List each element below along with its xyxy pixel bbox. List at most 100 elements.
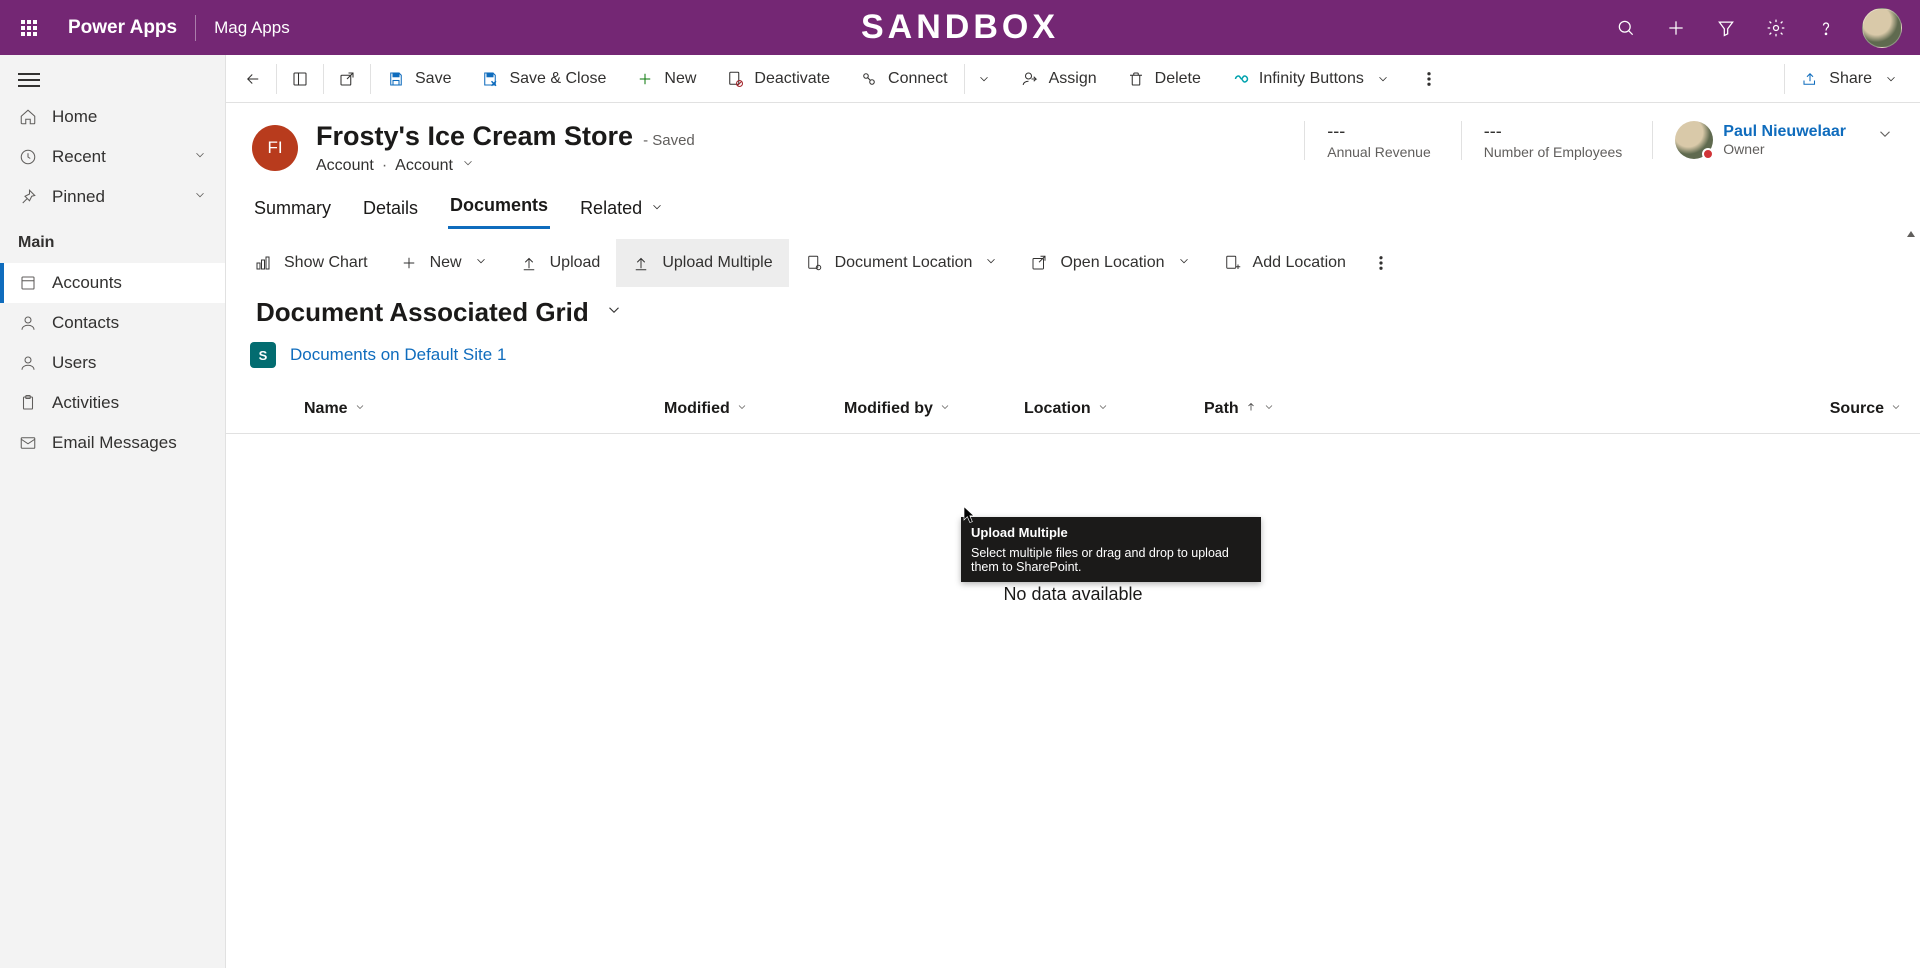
divider [370, 64, 371, 94]
user-avatar[interactable] [1862, 8, 1902, 48]
column-header-path[interactable]: Path [1204, 400, 1424, 418]
column-header-location[interactable]: Location [1024, 400, 1204, 418]
owner-name-link[interactable]: Paul Nieuwelaar [1723, 123, 1846, 141]
tab-label: Summary [254, 198, 331, 219]
header-stat-employees[interactable]: --- Number of Employees [1461, 121, 1623, 160]
site-map: Home Recent Pinned Main Accounts Contact… [0, 55, 226, 968]
tab-related[interactable]: Related [578, 188, 666, 229]
infinity-button[interactable]: Infinity Buttons [1217, 55, 1406, 102]
sitemap-item-users[interactable]: Users [0, 343, 225, 383]
header-owner[interactable]: Paul Nieuwelaar Owner [1652, 121, 1846, 159]
sitemap-item-accounts[interactable]: Accounts [0, 263, 225, 303]
sub-label: New [430, 254, 462, 272]
sharepoint-icon [250, 342, 276, 368]
settings-icon[interactable] [1762, 14, 1790, 42]
filter-icon[interactable] [1712, 14, 1740, 42]
scroll-up-arrow[interactable] [1904, 229, 1918, 259]
open-location-button[interactable]: Open Location [1014, 239, 1206, 287]
tab-summary[interactable]: Summary [252, 188, 333, 229]
record-name: Frosty's Ice Cream Store [316, 121, 633, 152]
chevron-down-icon [1374, 70, 1392, 88]
stat-label: Number of Employees [1484, 144, 1623, 160]
upload-multiple-button[interactable]: Upload Multiple [616, 239, 788, 287]
overflow-button[interactable] [1408, 55, 1450, 102]
tooltip: Upload Multiple Select multiple files or… [961, 517, 1261, 582]
record-form-name[interactable]: Account [395, 157, 453, 175]
contact-icon [18, 313, 38, 333]
owner-avatar [1675, 121, 1713, 159]
save-button[interactable]: Save [373, 55, 465, 102]
form-selector-chevron[interactable] [461, 156, 475, 175]
subgrid-overflow-button[interactable] [1362, 239, 1400, 287]
sub-label: Upload Multiple [662, 254, 772, 272]
chevron-down-icon [984, 254, 998, 273]
subgrid-view-selector[interactable]: Document Associated Grid [226, 287, 1920, 328]
sitemap-item-email[interactable]: Email Messages [0, 423, 225, 463]
col-label: Location [1024, 400, 1091, 418]
stat-value: --- [1327, 121, 1431, 142]
accounts-icon [18, 273, 38, 293]
save-close-button[interactable]: Save & Close [467, 55, 620, 102]
mail-icon [18, 433, 38, 453]
sitemap-item-label: Contacts [52, 313, 119, 333]
new-button[interactable]: New [622, 55, 710, 102]
column-header-modified[interactable]: Modified [664, 400, 844, 418]
cmd-label: Save & Close [509, 70, 606, 88]
back-button[interactable] [232, 55, 274, 102]
search-icon[interactable] [1612, 14, 1640, 42]
sitemap-item-activities[interactable]: Activities [0, 383, 225, 423]
sitemap-item-label: Accounts [52, 273, 122, 293]
clock-icon [18, 147, 38, 167]
sub-label: Add Location [1253, 254, 1346, 272]
share-button[interactable]: Share [1787, 55, 1914, 102]
col-label: Modified [664, 400, 730, 418]
upload-button[interactable]: Upload [504, 239, 617, 287]
plus-icon [400, 254, 418, 272]
column-header-source[interactable]: Source [1782, 400, 1902, 418]
tab-documents[interactable]: Documents [448, 185, 550, 229]
help-icon[interactable] [1812, 14, 1840, 42]
connect-dropdown[interactable] [963, 55, 1005, 102]
deactivate-button[interactable]: Deactivate [712, 55, 844, 102]
app-title-divider [195, 15, 196, 41]
cmd-label: Assign [1049, 70, 1097, 88]
divider [1784, 64, 1785, 94]
sub-label: Document Location [835, 254, 973, 272]
stat-label: Annual Revenue [1327, 144, 1431, 160]
column-header-modified-by[interactable]: Modified by [844, 400, 1024, 418]
sitemap-item-pinned[interactable]: Pinned [0, 177, 225, 217]
sitemap-item-recent[interactable]: Recent [0, 137, 225, 177]
chart-icon [254, 254, 272, 272]
sitemap-item-contacts[interactable]: Contacts [0, 303, 225, 343]
subgrid-new-button[interactable]: New [384, 239, 504, 287]
cmd-label: Save [415, 70, 451, 88]
add-location-button[interactable]: Add Location [1207, 239, 1362, 287]
sharepoint-location-link[interactable]: Documents on Default Site 1 [290, 345, 506, 365]
app-subtitle[interactable]: Mag Apps [214, 18, 290, 38]
show-chart-button[interactable]: Show Chart [238, 239, 384, 287]
header-stat-revenue[interactable]: --- Annual Revenue [1304, 121, 1431, 160]
new-window-button[interactable] [326, 55, 368, 102]
form-tabs: Summary Details Documents Related [226, 175, 1920, 229]
header-expand-button[interactable] [1876, 121, 1894, 143]
sub-label: Upload [550, 254, 601, 272]
subgrid-title: Document Associated Grid [256, 297, 589, 328]
infinity-icon [1231, 70, 1249, 88]
add-icon[interactable] [1662, 14, 1690, 42]
app-title: Power Apps [68, 17, 177, 39]
sitemap-item-home[interactable]: Home [0, 97, 225, 137]
document-location-button[interactable]: Document Location [789, 239, 1015, 287]
app-launcher-icon[interactable] [10, 9, 48, 47]
chevron-down-icon [193, 187, 207, 207]
col-label: Source [1830, 400, 1884, 418]
assign-button[interactable]: Assign [1007, 55, 1111, 102]
open-record-set-button[interactable] [279, 55, 321, 102]
cmd-label: Connect [888, 70, 948, 88]
tab-details[interactable]: Details [361, 188, 420, 229]
connect-button[interactable]: Connect [846, 55, 962, 102]
sharepoint-location-row: Documents on Default Site 1 [226, 328, 1920, 376]
more-vertical-icon [1420, 70, 1438, 88]
delete-button[interactable]: Delete [1113, 55, 1215, 102]
sitemap-collapse-icon[interactable] [18, 73, 40, 87]
column-header-name[interactable]: Name [304, 400, 664, 418]
